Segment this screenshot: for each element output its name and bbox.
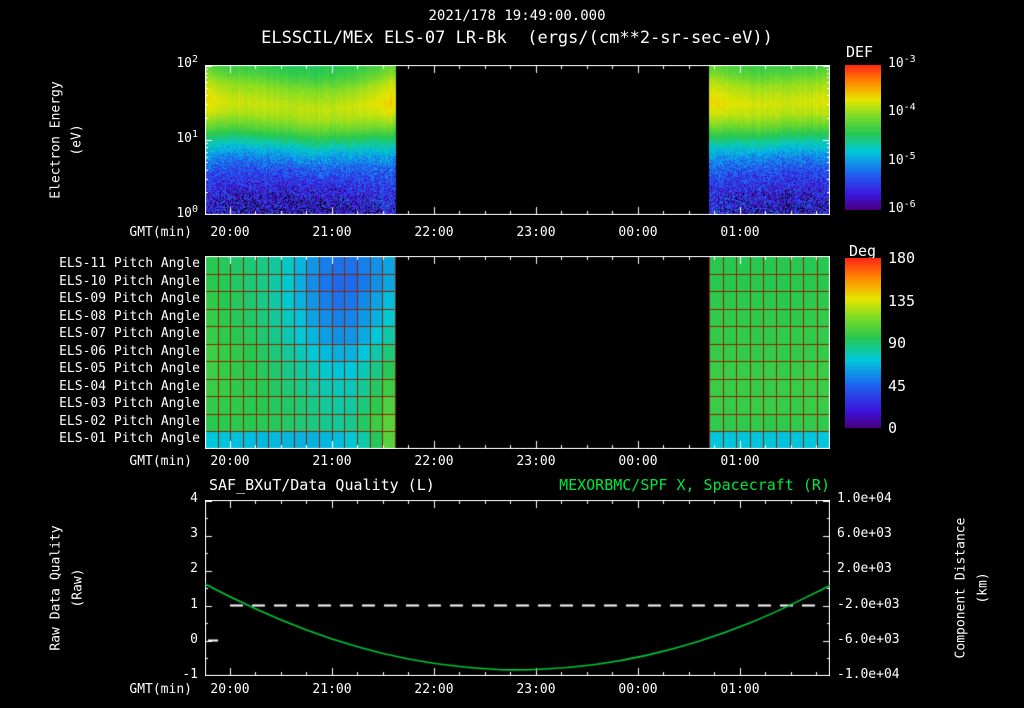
right-y-tick: 2.0e+03 [837,561,892,576]
right-y-axis-label: Component Distance [953,517,969,659]
gmt-axis-label: GMT(min) [129,225,192,240]
timestamp-title: 2021/178 19:49:00.000 [428,8,606,24]
x-tick-label: 00:00 [618,682,658,697]
right-y-tick: 1.0e+04 [837,491,892,506]
def-colorbar [845,65,881,210]
deg-tick: 0 [888,419,898,437]
deg-tick: 45 [888,377,907,395]
tick-base: 10 [888,104,904,119]
electron-energy-spectrogram [205,65,830,215]
def-colorbar-label: DEF [846,43,874,61]
pitch-row-label: ELS-11 Pitch Angle [59,256,200,271]
plot-title: ELSSCIL/MEx ELS-07 LR-Bk (ergs/(cm**2-sr… [261,28,773,48]
spectrogram-y-tick-10: 101 [152,129,198,147]
x-tick-label: 20:00 [210,682,250,697]
spectrogram-y-axis-label: Electron Energy [48,81,64,199]
spectrogram-y-axis-units: (eV) [69,124,85,156]
tick-base: 10 [888,201,904,216]
pitch-row-label: ELS-02 Pitch Angle [59,414,200,429]
deg-tick: 180 [888,249,916,267]
x-tick-label: 20:00 [210,225,250,240]
def-tick: 10-6 [888,199,916,217]
tick-exp: -6 [903,199,916,210]
tick-exp: -5 [903,151,916,162]
pitch-row-label: ELS-01 Pitch Angle [59,431,200,446]
left-y-axis-label: Raw Data Quality [48,525,64,651]
pitch-row-label: ELS-04 Pitch Angle [59,379,200,394]
pitch-row-label: ELS-07 Pitch Angle [59,326,200,341]
tick-base: 10 [176,206,192,221]
deg-tick: 90 [888,334,907,352]
tick-exp: 1 [191,129,198,140]
pitch-row-label: ELS-06 Pitch Angle [59,344,200,359]
right-y-tick: 6.0e+03 [837,526,892,541]
x-tick-label: 01:00 [720,225,760,240]
x-tick-label: 00:00 [618,454,658,469]
plot-screen: 2021/178 19:49:00.000 ELSSCIL/MEx ELS-07… [0,0,1024,708]
def-tick: 10-5 [888,151,916,169]
left-y-tick: 1 [190,597,198,612]
right-y-tick: -6.0e+03 [837,632,900,647]
left-y-tick: 0 [190,632,198,647]
x-tick-label: 00:00 [618,225,658,240]
x-tick-label: 22:00 [414,225,454,240]
left-y-tick: 4 [190,491,198,506]
x-tick-label: 22:00 [414,682,454,697]
right-y-tick: -1.0e+04 [837,667,900,682]
tick-exp: 0 [191,204,198,215]
quality-distance-plot [205,500,830,676]
tick-base: 10 [176,131,192,146]
left-y-tick: -1 [182,667,198,682]
pitch-row-label: ELS-03 Pitch Angle [59,396,200,411]
gmt-axis-label: GMT(min) [129,454,192,469]
right-y-tick: -2.0e+03 [837,597,900,612]
pitch-row-label: ELS-05 Pitch Angle [59,361,200,376]
x-tick-label: 01:00 [720,682,760,697]
right-y-axis-units: (km) [975,572,991,604]
x-tick-label: 22:00 [414,454,454,469]
x-tick-label: 21:00 [312,682,352,697]
spacecraft-series-title: MEXORBMC/SPF X, Spacecraft (R) [559,476,830,494]
spectrogram-y-tick-1: 100 [152,204,198,222]
deg-tick: 135 [888,292,916,310]
tick-exp: -4 [903,102,916,113]
x-tick-label: 23:00 [516,454,556,469]
tick-base: 10 [176,56,192,71]
left-y-tick: 3 [190,526,198,541]
x-tick-label: 21:00 [312,225,352,240]
left-y-axis-units: (Raw) [70,568,86,608]
pitch-row-label: ELS-08 Pitch Angle [59,309,200,324]
pitch-angle-heatmap [205,256,830,449]
deg-colorbar [845,258,881,428]
spectrogram-y-tick-100: 102 [152,54,198,72]
tick-base: 10 [888,153,904,168]
def-tick: 10-4 [888,102,916,120]
pitch-row-label: ELS-09 Pitch Angle [59,291,200,306]
def-tick: 10-3 [888,54,916,72]
tick-exp: 2 [191,54,198,65]
x-tick-label: 23:00 [516,682,556,697]
x-tick-label: 23:00 [516,225,556,240]
quality-series-title: SAF_BXuT/Data Quality (L) [209,476,435,494]
pitch-row-label: ELS-10 Pitch Angle [59,274,200,289]
x-tick-label: 20:00 [210,454,250,469]
tick-exp: -3 [903,54,916,65]
left-y-tick: 2 [190,561,198,576]
x-tick-label: 21:00 [312,454,352,469]
gmt-axis-label: GMT(min) [129,682,192,697]
x-tick-label: 01:00 [720,454,760,469]
tick-base: 10 [888,56,904,71]
